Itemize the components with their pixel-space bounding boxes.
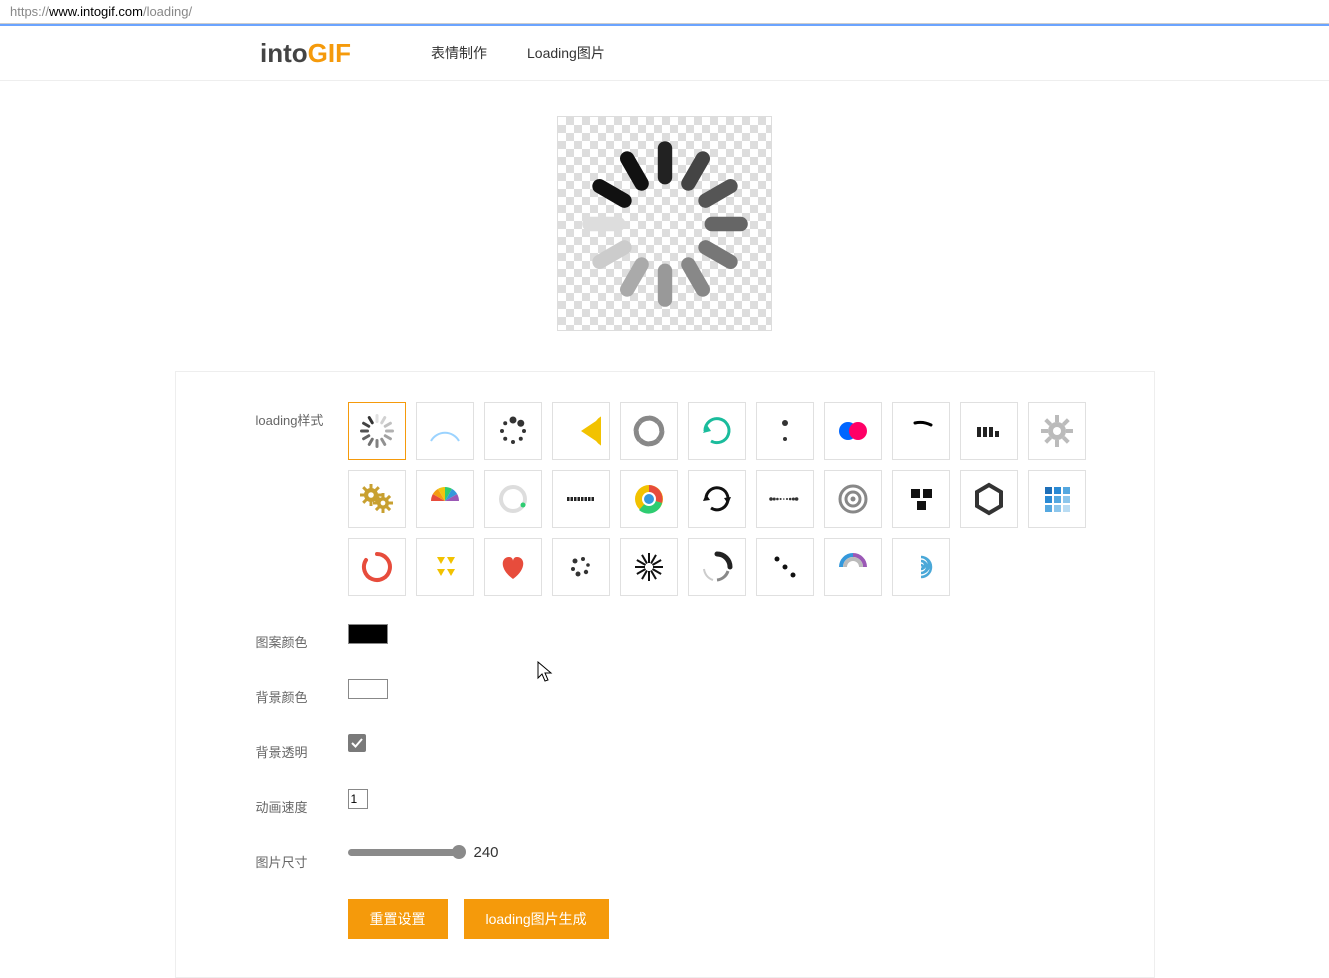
style-option-comet[interactable] — [688, 538, 746, 596]
style-option-bar-segments[interactable] — [552, 470, 610, 528]
nav-loading-image[interactable]: Loading图片 — [527, 43, 605, 63]
check-icon — [351, 737, 363, 749]
style-option-two-gears[interactable] — [348, 470, 406, 528]
row-style: loading样式 — [256, 402, 1124, 596]
style-option-open-ring[interactable] — [348, 538, 406, 596]
loading-preview — [557, 116, 772, 331]
logo-text-1: into — [260, 38, 308, 68]
label-bgcolor: 背景颜色 — [256, 679, 348, 706]
row-buttons: 重置设置 loading图片生成 — [256, 899, 1124, 939]
generate-button[interactable]: loading图片生成 — [464, 899, 609, 939]
label-style: loading样式 — [256, 402, 348, 429]
speed-input[interactable] — [348, 789, 368, 809]
style-option-spiral[interactable] — [892, 538, 950, 596]
style-option-asterisk[interactable] — [620, 538, 678, 596]
style-option-equalizer[interactable] — [960, 402, 1018, 460]
style-option-cycle-arrows[interactable] — [688, 470, 746, 528]
nav-emoji-maker[interactable]: 表情制作 — [431, 43, 487, 63]
label-transparent: 背景透明 — [256, 734, 348, 761]
style-option-rainbow-gauge[interactable] — [416, 470, 474, 528]
style-grid — [348, 402, 1124, 596]
label-size: 图片尺寸 — [256, 844, 348, 871]
style-option-pacman[interactable] — [552, 402, 610, 460]
style-option-dot-wave[interactable] — [756, 470, 814, 528]
style-option-target[interactable] — [824, 470, 882, 528]
row-bgcolor: 背景颜色 — [256, 679, 1124, 706]
url-path: /loading/ — [143, 4, 192, 19]
main-nav: 表情制作 Loading图片 — [431, 43, 605, 63]
style-option-tetromino[interactable] — [892, 470, 950, 528]
style-option-gear[interactable] — [1028, 402, 1086, 460]
browser-url-bar: https://www.intogif.com/loading/ — [0, 0, 1329, 24]
style-option-rainbow-swirl[interactable] — [824, 538, 882, 596]
spinner-icon — [575, 134, 755, 314]
fgcolor-swatch[interactable] — [348, 624, 388, 644]
style-option-three-dots-diag[interactable] — [756, 538, 814, 596]
style-option-grid-squares[interactable] — [1028, 470, 1086, 528]
settings-panel: loading样式 图案颜色 背景颜色 背景透明 动画速度 图片尺寸 2 — [175, 371, 1155, 978]
style-option-dots-circle[interactable] — [484, 402, 542, 460]
style-option-hexagon[interactable] — [960, 470, 1018, 528]
logo-text-2: GIF — [308, 38, 351, 68]
site-logo[interactable]: intoGIF — [260, 38, 351, 69]
style-option-arc[interactable] — [416, 402, 474, 460]
style-option-dashed-ring[interactable] — [620, 402, 678, 460]
row-speed: 动画速度 — [256, 789, 1124, 816]
transparent-checkbox[interactable] — [348, 734, 366, 752]
row-fgcolor: 图案颜色 — [256, 624, 1124, 651]
url-host: www.intogif.com — [49, 4, 143, 19]
style-option-dot-cluster[interactable] — [552, 538, 610, 596]
reset-button[interactable]: 重置设置 — [348, 899, 448, 939]
size-slider-thumb[interactable] — [452, 845, 466, 859]
bgcolor-swatch[interactable] — [348, 679, 388, 699]
size-value: 240 — [474, 844, 499, 861]
style-option-ring-glow[interactable] — [484, 470, 542, 528]
row-transparent: 背景透明 — [256, 734, 1124, 761]
style-option-refresh-arrow[interactable] — [688, 402, 746, 460]
style-option-spinner[interactable] — [348, 402, 406, 460]
label-speed: 动画速度 — [256, 789, 348, 816]
preview-area — [0, 81, 1329, 371]
style-option-dual-circles[interactable] — [824, 402, 882, 460]
style-option-heart[interactable] — [484, 538, 542, 596]
label-fgcolor: 图案颜色 — [256, 624, 348, 651]
style-option-boomerang[interactable] — [892, 402, 950, 460]
url-protocol: https:// — [10, 4, 49, 19]
style-option-two-dots[interactable] — [756, 402, 814, 460]
style-option-triangles[interactable] — [416, 538, 474, 596]
row-size: 图片尺寸 240 — [256, 844, 1124, 871]
site-header: intoGIF 表情制作 Loading图片 — [0, 26, 1329, 81]
style-option-chrome[interactable] — [620, 470, 678, 528]
size-slider[interactable] — [348, 849, 460, 856]
